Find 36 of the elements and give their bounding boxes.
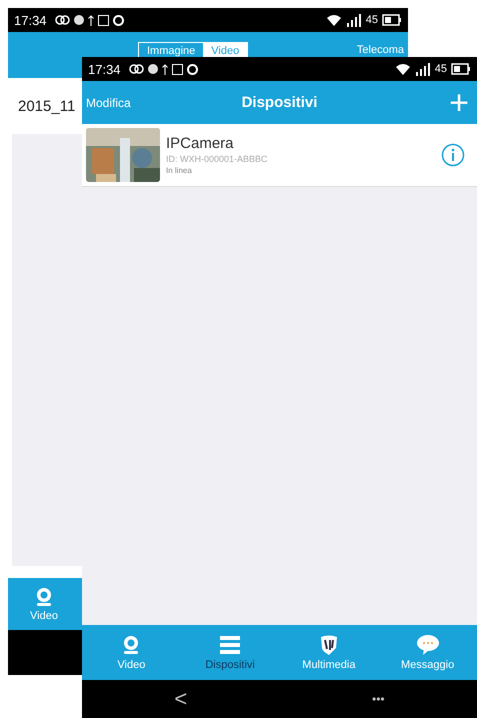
status-time: 17:34 bbox=[88, 62, 121, 76]
battery-level: 45 bbox=[434, 63, 447, 75]
image-icon bbox=[98, 14, 109, 26]
back-button[interactable]: < bbox=[168, 685, 194, 713]
sync-icon bbox=[186, 64, 198, 74]
sync-icon bbox=[112, 14, 124, 26]
nav-tab[interactable]: Messaggio bbox=[378, 625, 477, 680]
device-id: ID: WXH-000001-ABBBC bbox=[166, 154, 269, 164]
image-icon bbox=[172, 64, 183, 74]
nav-tab[interactable]: Multimedia bbox=[280, 625, 378, 680]
rings-icon bbox=[54, 15, 70, 25]
battery-icon bbox=[382, 14, 402, 26]
info-icon[interactable] bbox=[441, 143, 465, 167]
device-row[interactable]: IPCamera ID: WXH-000001-ABBBC In linea bbox=[82, 124, 477, 187]
wifi-icon bbox=[326, 14, 342, 26]
battery-level: 45 bbox=[366, 14, 378, 26]
chat-icon bbox=[416, 634, 440, 656]
signal-icon bbox=[346, 14, 362, 26]
wifi-icon bbox=[394, 62, 411, 76]
menu-icon bbox=[218, 634, 242, 656]
status-time: 17:34 bbox=[14, 12, 47, 28]
edit-link[interactable]: Modifica bbox=[82, 96, 135, 110]
rings-icon bbox=[128, 64, 144, 74]
battery-icon bbox=[451, 63, 471, 75]
segment-tab[interactable]: Immagine bbox=[139, 43, 204, 59]
device-status: In linea bbox=[166, 166, 193, 175]
device-name: IPCamera bbox=[166, 135, 235, 152]
nav-tab[interactable]: Dispositivi bbox=[180, 625, 280, 680]
nav-tab[interactable]: Video bbox=[8, 578, 80, 630]
list-item[interactable]: 2015_11 bbox=[18, 98, 76, 115]
signal-icon bbox=[414, 62, 431, 76]
add-button[interactable]: + bbox=[441, 86, 477, 120]
screen-title: Dispositivi bbox=[242, 94, 318, 111]
nav-tab[interactable]: Video bbox=[82, 625, 181, 680]
header-link[interactable]: Telecoma bbox=[356, 44, 404, 56]
overflow-menu-button[interactable]: ••• bbox=[366, 691, 391, 707]
